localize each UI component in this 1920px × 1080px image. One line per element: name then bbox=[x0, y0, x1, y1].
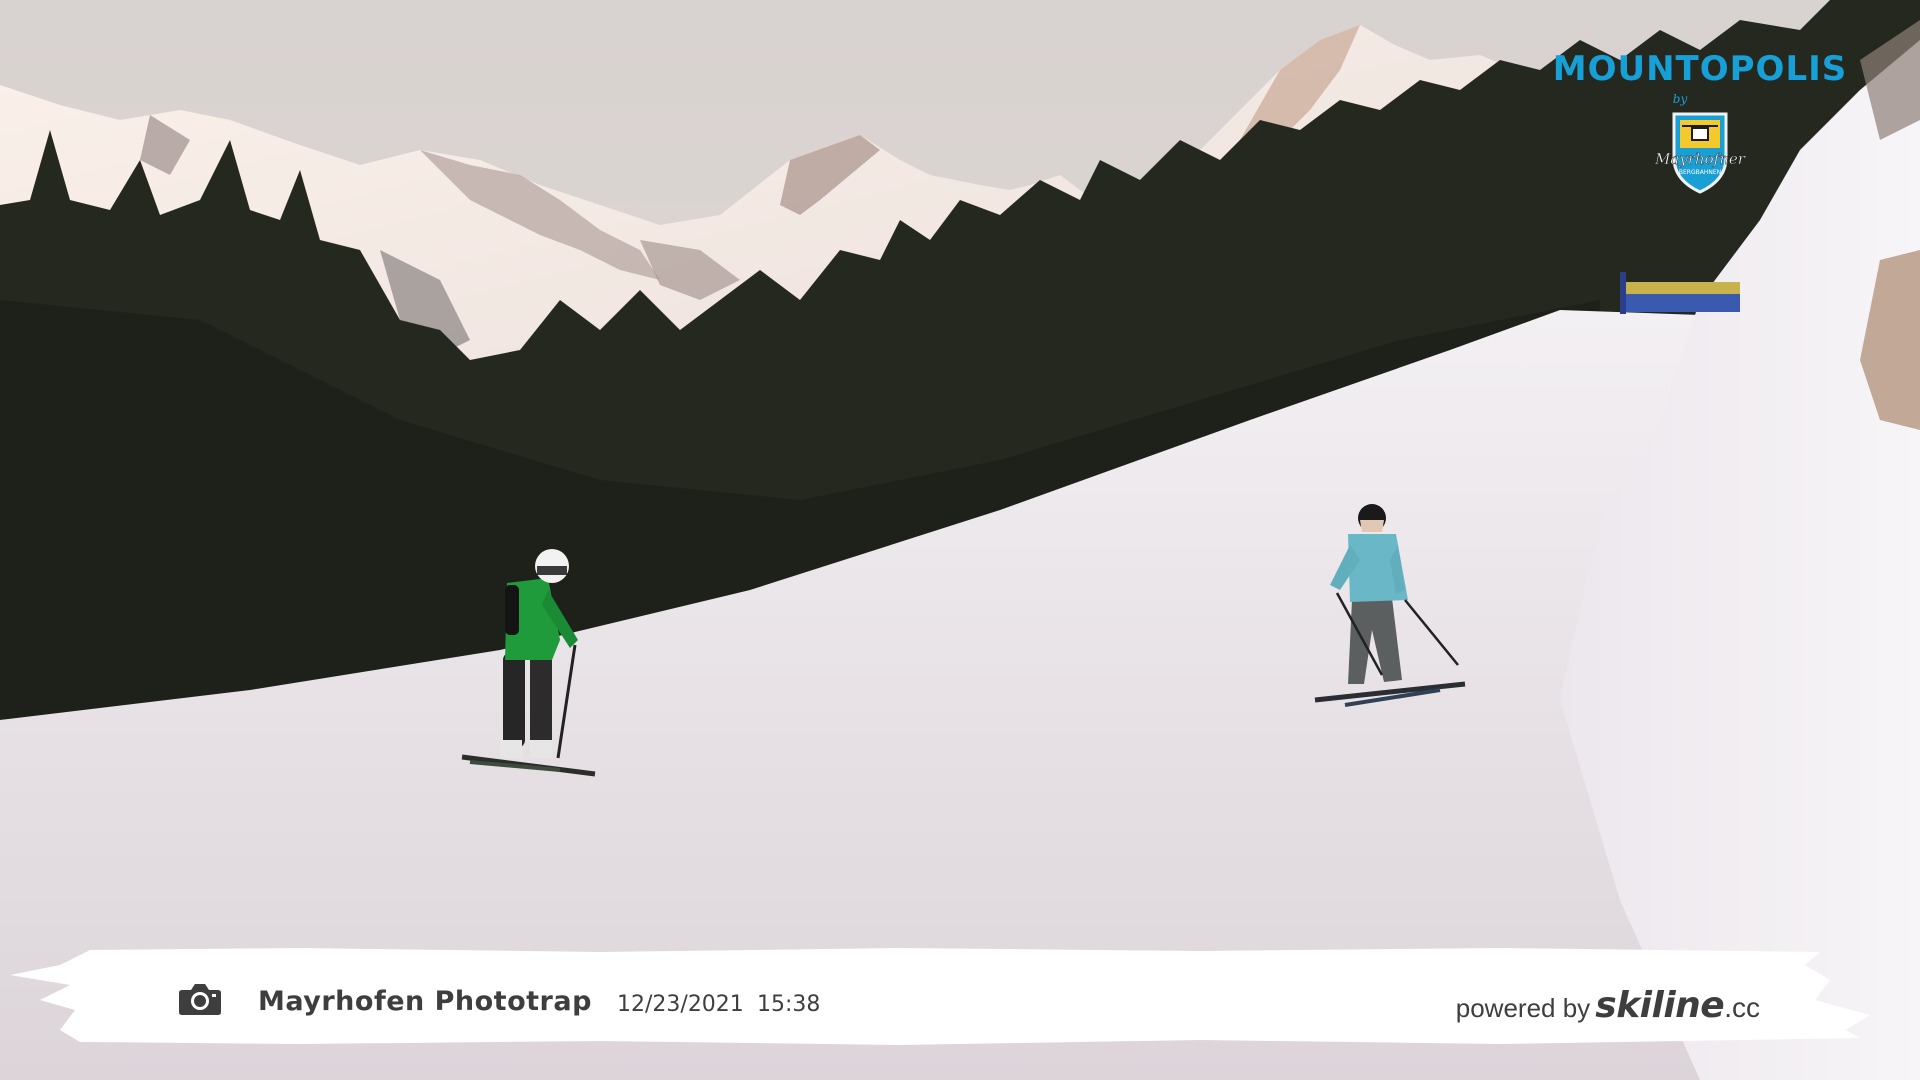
skiline-wordmark: skiline bbox=[1595, 985, 1725, 1026]
brand-name: MOUNTOPOLIS bbox=[1552, 49, 1848, 89]
phototrap-title: Mayrhofen Phototrap bbox=[258, 986, 592, 1017]
capture-time: 15:38 bbox=[757, 992, 821, 1017]
capture-date: 12/23/2021 bbox=[617, 992, 744, 1017]
svg-text:BERGBAHNEN: BERGBAHNEN bbox=[1679, 169, 1721, 176]
powered-by-skiline[interactable]: powered by skiline.cc bbox=[1456, 985, 1760, 1026]
mountopolis-logo: MOUNTOPOLIS by Mayrhofner BERGBAHNEN bbox=[1540, 49, 1860, 194]
svg-text:Mayrhofner: Mayrhofner bbox=[1654, 150, 1746, 168]
brand-by: by bbox=[1672, 92, 1688, 106]
skiline-domain-suffix: .cc bbox=[1724, 992, 1760, 1023]
mayrhofner-bergbahnen-logo: Mayrhofner BERGBAHNEN bbox=[1654, 112, 1746, 194]
camera-icon bbox=[179, 984, 221, 1015]
powered-by-text: powered by bbox=[1455, 993, 1591, 1023]
